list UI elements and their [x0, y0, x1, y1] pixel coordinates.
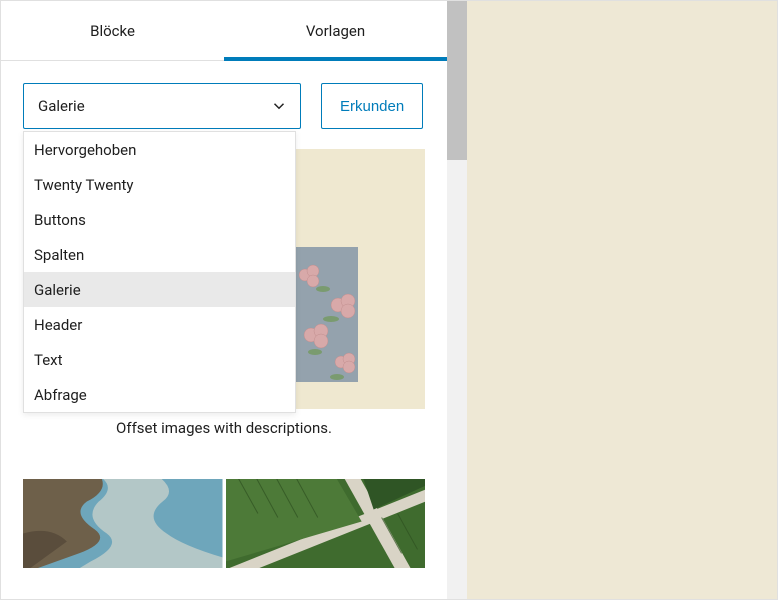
category-option-abfrage[interactable]: Abfrage [24, 377, 295, 412]
inserter-panel: Blöcke Vorlagen Galerie Erkunden Hervorg… [1, 1, 447, 599]
category-option-galerie[interactable]: Galerie [24, 272, 295, 307]
category-select[interactable]: Galerie [23, 83, 301, 129]
scrollbar-thumb[interactable] [447, 1, 467, 160]
pattern-tile-fields [226, 479, 426, 568]
category-option-buttons[interactable]: Buttons [24, 202, 295, 237]
inserter-tabs: Blöcke Vorlagen [1, 1, 447, 61]
option-label: Abfrage [34, 386, 87, 404]
pattern-preview-image [293, 247, 358, 382]
option-label: Galerie [34, 281, 81, 299]
tab-blocks[interactable]: Blöcke [1, 1, 224, 60]
editor-root: Blöcke Vorlagen Galerie Erkunden Hervorg… [0, 0, 778, 600]
pattern-tile-coast [23, 479, 223, 568]
category-option-twenty-twenty[interactable]: Twenty Twenty [24, 167, 295, 202]
flower-icon [293, 247, 358, 382]
option-label: Hervorgehoben [34, 141, 136, 159]
editor-canvas[interactable] [467, 1, 777, 599]
explore-button-label: Erkunden [340, 98, 404, 115]
option-label: Spalten [34, 246, 84, 264]
patterns-toolbar: Galerie Erkunden Hervorgehoben Twenty Tw… [1, 61, 447, 129]
chevron-down-icon [270, 97, 288, 115]
category-option-text[interactable]: Text [24, 342, 295, 377]
pattern-caption: Offset images with descriptions. [23, 419, 425, 437]
tab-label: Blöcke [90, 22, 135, 40]
category-dropdown: Hervorgehoben Twenty Twenty Buttons Spal… [23, 131, 296, 413]
option-label: Twenty Twenty [34, 176, 134, 194]
fields-photo-icon [226, 479, 426, 568]
option-label: Header [34, 316, 82, 334]
scrollbar-track[interactable] [447, 1, 467, 599]
category-option-header[interactable]: Header [24, 307, 295, 342]
category-option-spalten[interactable]: Spalten [24, 237, 295, 272]
tab-patterns[interactable]: Vorlagen [224, 1, 447, 60]
option-label: Text [34, 351, 63, 369]
option-label: Buttons [34, 211, 86, 229]
category-option-hervorgehoben[interactable]: Hervorgehoben [24, 132, 295, 167]
category-select-value: Galerie [38, 97, 85, 115]
explore-button[interactable]: Erkunden [321, 83, 423, 129]
tab-label: Vorlagen [306, 22, 365, 40]
pattern-preview-grid[interactable] [1, 479, 447, 568]
coast-photo-icon [23, 479, 223, 568]
